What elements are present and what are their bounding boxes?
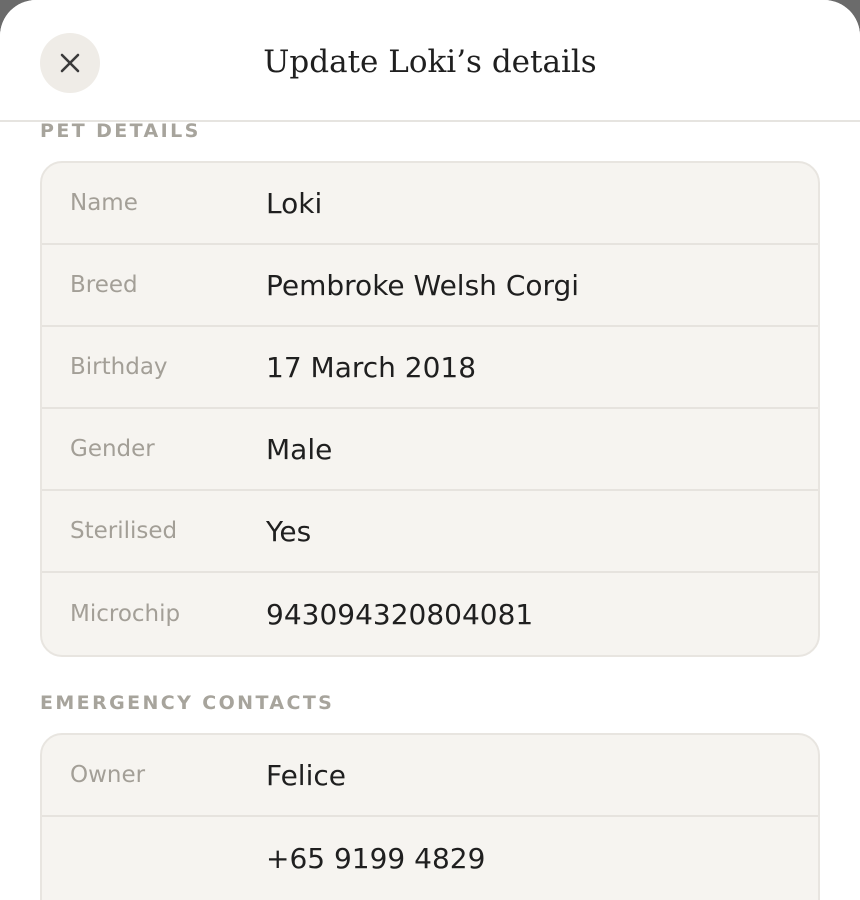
owner-phone-row[interactable]: +65 9199 4829 [42,817,818,899]
edit-details-sheet: Update Loki’s details PET DETAILS Name L… [0,0,860,900]
pet-breed-row[interactable]: Breed Pembroke Welsh Corgi [42,245,818,327]
emergency-contacts-card: Owner Felice +65 9199 4829 [40,733,820,900]
row-value: Felice [266,758,346,792]
row-value: Pembroke Welsh Corgi [266,268,580,302]
pet-sterilised-row[interactable]: Sterilised Yes [42,491,818,573]
pet-gender-row[interactable]: Gender Male [42,409,818,491]
page-title: Update Loki’s details [263,44,597,80]
row-value: +65 9199 4829 [266,841,486,875]
pet-birthday-row[interactable]: Birthday 17 March 2018 [42,327,818,409]
row-label: Microchip [70,601,181,627]
pet-details-section-label: PET DETAILS [40,120,201,142]
row-value: Loki [266,186,323,220]
row-label: Gender [70,436,155,462]
emergency-contacts-section-label: EMERGENCY CONTACTS [40,692,335,714]
row-label: Birthday [70,354,168,380]
row-label: Owner [70,762,146,788]
owner-name-row[interactable]: Owner Felice [42,735,818,817]
pet-details-card: Name Loki Breed Pembroke Welsh Corgi Bir… [40,161,820,657]
row-value: 17 March 2018 [266,350,477,384]
row-label: Breed [70,272,138,298]
pet-microchip-row[interactable]: Microchip 943094320804081 [42,573,818,655]
row-label: Name [70,190,138,216]
sheet-header: Update Loki’s details [0,0,860,122]
row-label: Sterilised [70,518,178,544]
row-value: 943094320804081 [266,597,534,631]
pet-name-row[interactable]: Name Loki [42,163,818,245]
row-value: Male [266,432,333,466]
row-value: Yes [266,514,312,548]
